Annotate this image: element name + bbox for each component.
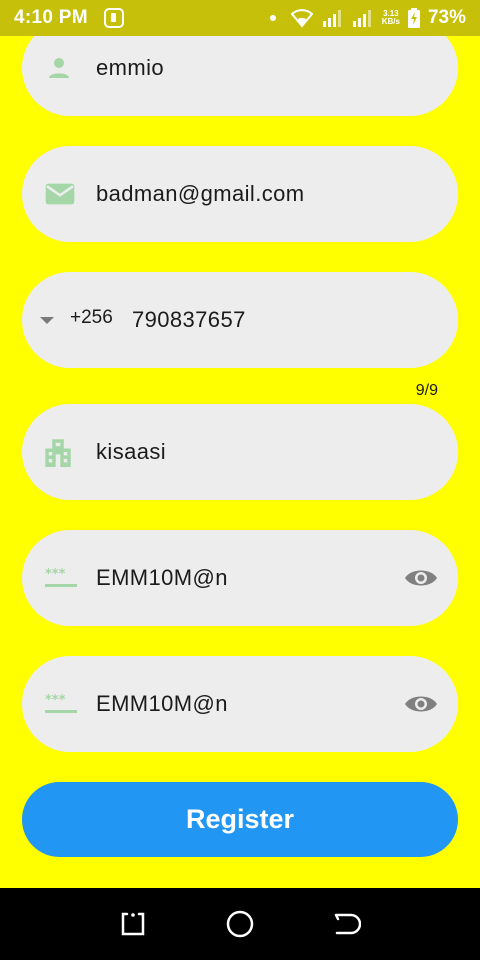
phone-value: 790837657 bbox=[132, 307, 246, 332]
app-notification-icon bbox=[103, 8, 124, 28]
location-city-icon bbox=[44, 437, 72, 467]
notification-dot-icon bbox=[269, 15, 276, 21]
email-value: badman@gmail.com bbox=[96, 181, 305, 206]
net-speed-unit: KB/s bbox=[381, 17, 400, 26]
location-field[interactable]: kisaasi bbox=[22, 404, 458, 500]
status-bar: 4:10 PM 3.13 KB/s 73% bbox=[0, 0, 480, 36]
battery-percent: 73% bbox=[427, 7, 466, 28]
password-icon: *** bbox=[44, 566, 78, 590]
password-icon: *** bbox=[44, 692, 78, 716]
person-icon bbox=[44, 53, 74, 83]
wifi-icon bbox=[290, 8, 314, 28]
confirm-password-value: EMM10M@n bbox=[96, 691, 228, 716]
location-value: kisaasi bbox=[96, 439, 167, 464]
eye-icon[interactable] bbox=[404, 692, 438, 716]
status-time: 4:10 PM bbox=[14, 7, 88, 28]
recent-apps-icon[interactable] bbox=[109, 900, 157, 948]
svg-text:***: *** bbox=[45, 693, 66, 708]
password-field[interactable]: *** EMM10M@n bbox=[22, 530, 458, 626]
home-icon[interactable] bbox=[216, 900, 264, 948]
country-code[interactable]: +256 bbox=[70, 307, 113, 329]
name-value: emmio bbox=[96, 55, 165, 80]
signal-icon-1 bbox=[322, 9, 344, 27]
mail-icon bbox=[44, 181, 76, 207]
country-dropdown-icon[interactable] bbox=[40, 315, 54, 325]
register-screen: 4:10 PM 3.13 KB/s 73% emmio badman@gmail… bbox=[0, 0, 480, 960]
navigation-bar bbox=[0, 888, 480, 960]
battery-charging-icon bbox=[407, 8, 420, 28]
svg-text:***: *** bbox=[45, 567, 66, 582]
status-indicators: 3.13 KB/s 73% bbox=[269, 7, 466, 29]
confirm-password-field[interactable]: *** EMM10M@n bbox=[22, 656, 458, 752]
phone-char-counter: 9/9 bbox=[415, 382, 438, 399]
email-field[interactable]: badman@gmail.com bbox=[22, 146, 458, 242]
phone-field[interactable]: +256 790837657 bbox=[22, 272, 458, 368]
register-button[interactable]: Register bbox=[22, 782, 458, 857]
eye-icon[interactable] bbox=[404, 566, 438, 590]
back-icon[interactable] bbox=[323, 900, 371, 948]
network-speed: 3.13 KB/s bbox=[382, 10, 400, 26]
signal-icon-2 bbox=[352, 9, 374, 27]
password-value: EMM10M@n bbox=[96, 565, 228, 590]
